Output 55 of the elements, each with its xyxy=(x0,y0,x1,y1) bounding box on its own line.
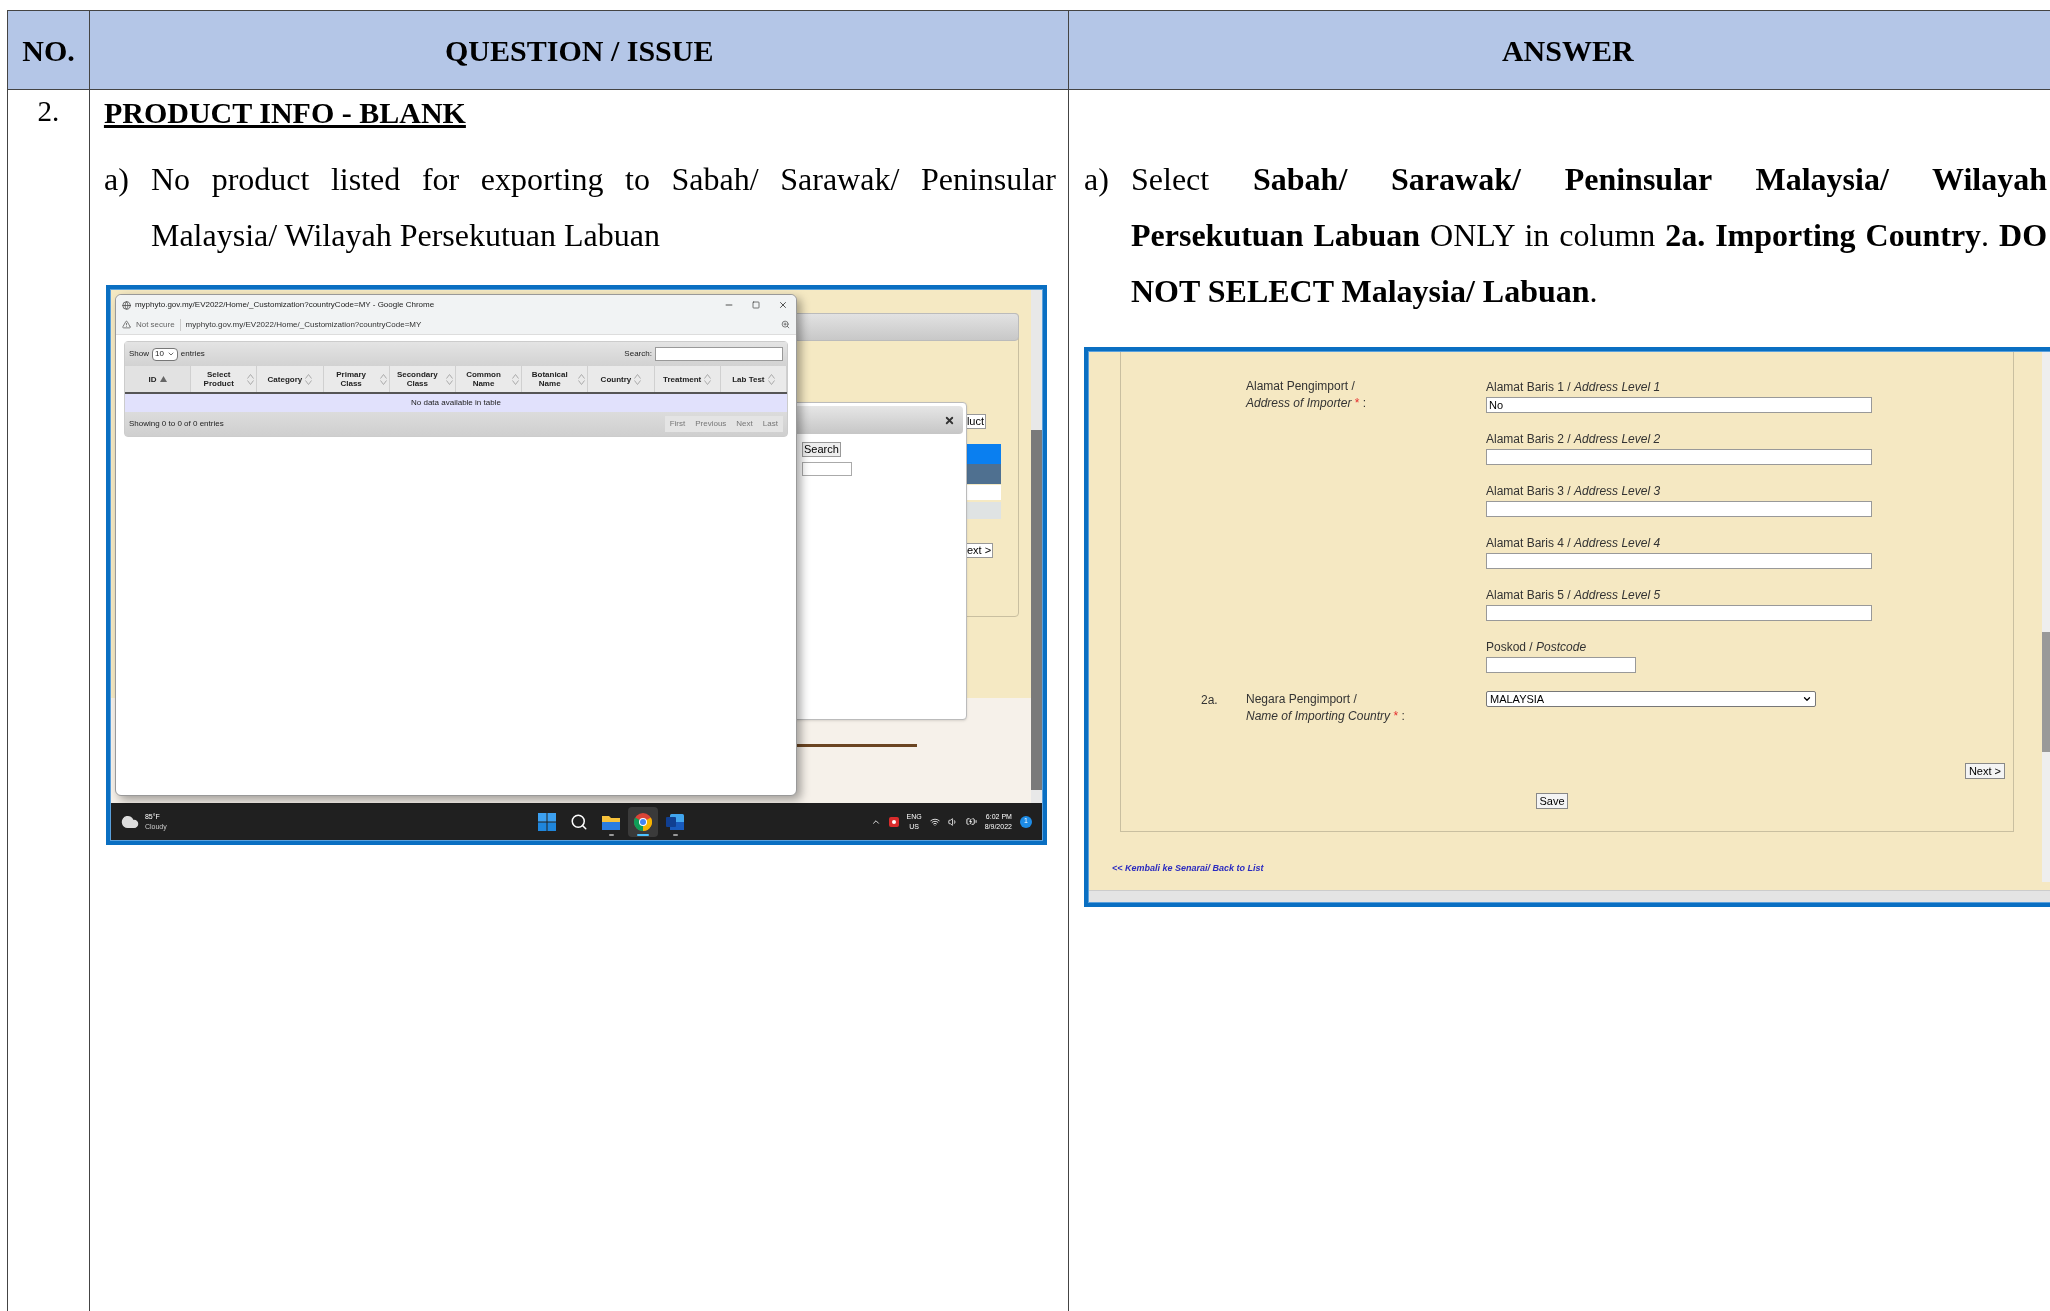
show-label: Show xyxy=(128,348,149,360)
list-marker: a) xyxy=(1084,160,1110,199)
field-label: Alamat Pengimport / xyxy=(1246,378,1356,395)
column-header[interactable]: Country xyxy=(588,366,655,392)
search-button[interactable]: Search xyxy=(801,442,841,457)
field-label: Poskod / Postcode xyxy=(1486,639,1588,656)
back-link[interactable]: << Kembali ke Senarai/ Back to List xyxy=(1112,862,1264,876)
column-label: Country xyxy=(600,374,632,384)
field-label: Name of Importing Country * : xyxy=(1246,708,1406,725)
field-label: Alamat Baris 2 / Address Level 2 xyxy=(1486,431,1662,448)
column-label: Category xyxy=(267,374,303,384)
search-label: Search: xyxy=(624,348,652,360)
column-header[interactable]: Primary Class xyxy=(323,366,390,392)
next-button[interactable]: Next > xyxy=(1964,763,2005,779)
column-label: Primary Class xyxy=(335,370,368,388)
issue-text: No product listed for exporting to Sabah/ Sarawak/ Peninsular Malaysia/ Wilayah Persekutuan Labuan xyxy=(150,160,1056,255)
column-header[interactable]: Category xyxy=(257,366,324,392)
column-label: Common Name xyxy=(465,370,502,388)
column-header[interactable]: Common Name xyxy=(455,366,523,392)
column-header[interactable]: Secondary Class xyxy=(389,366,456,392)
column-label: Treatment xyxy=(663,374,702,384)
field-label: Alamat Baris 5 / Address Level 5 xyxy=(1486,587,1662,604)
column-label: Secondary Class xyxy=(395,370,439,388)
window-title: myphyto.gov.my/EV2022/Home/_Customization?countryCode=MY - Google Chrome xyxy=(134,299,436,311)
empty-table-row: No data available in table xyxy=(124,394,787,412)
field-label: Address of Importer * : xyxy=(1246,395,1368,412)
field-label: Alamat Baris 4 / Address Level 4 xyxy=(1486,535,1662,552)
column-header[interactable]: Botanical Name xyxy=(522,366,589,392)
security-label: Not secure xyxy=(135,318,181,331)
column-header[interactable]: Treatment xyxy=(654,366,721,392)
column-label: ID xyxy=(148,374,157,384)
input-field[interactable]: No xyxy=(1486,397,1872,413)
answer-text: Select Sabah/ Sarawak/ Peninsular Malaysia/ Wilayah Persekutuan Labuan ONLY in column 2a. Importing Country. DO NOT SELECT Malaysia/ Labuan. xyxy=(1131,160,2047,311)
table-info: Showing 0 to 0 of 0 entries xyxy=(128,418,225,430)
column-header: ANSWER xyxy=(1069,11,2050,89)
column-label: Select Product xyxy=(202,370,235,388)
row-number: 2. xyxy=(37,94,60,129)
column-header[interactable]: ID xyxy=(124,366,192,392)
url-text[interactable]: myphyto.gov.my/EV2022/Home/_Customization?countryCode=MY xyxy=(185,318,776,331)
column-header: NO. xyxy=(8,11,90,89)
field-label: Alamat Baris 1 / Address Level 1 xyxy=(1486,379,1662,396)
country-select[interactable]: MALAYSIA xyxy=(1486,691,1816,707)
entries-label: entries xyxy=(180,348,206,360)
field-label: Negara Pengimport / xyxy=(1246,691,1358,708)
column-label: Botanical Name xyxy=(530,370,569,388)
save-button[interactable]: Save xyxy=(1536,793,1568,809)
section-title: PRODUCT INFO - BLANK xyxy=(103,95,466,131)
column-header[interactable]: Lab Test xyxy=(720,366,787,392)
field-label: Alamat Baris 3 / Address Level 3 xyxy=(1486,483,1662,500)
column-header: QUESTION / ISSUE xyxy=(89,11,1070,89)
row-number: 2a. xyxy=(1200,692,1219,709)
list-marker: a) xyxy=(103,160,130,199)
column-label: Lab Test xyxy=(732,374,765,384)
column-header[interactable]: Select Product xyxy=(191,366,258,392)
page-size-select[interactable]: 10 xyxy=(151,347,178,361)
